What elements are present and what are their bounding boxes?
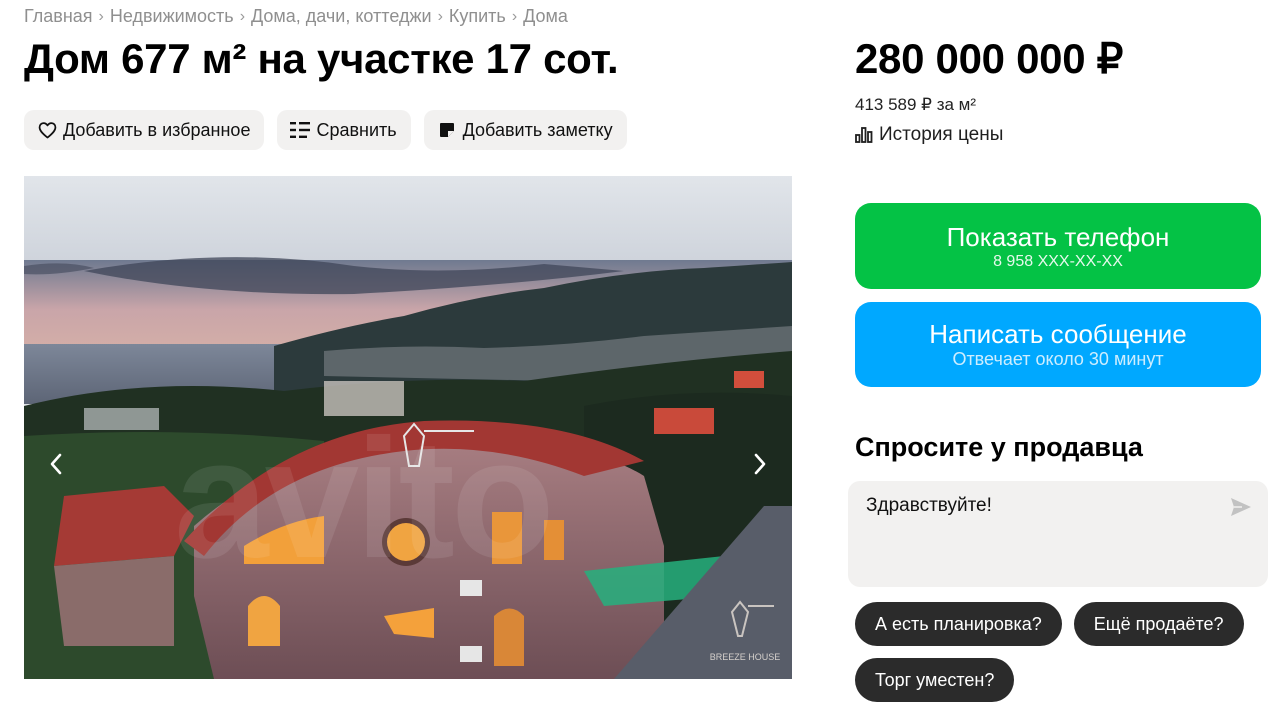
phone-masked: 8 958 XXX-XX-XX (993, 253, 1123, 270)
show-phone-button[interactable]: Показать телефон 8 958 XXX-XX-XX (855, 203, 1261, 289)
breadcrumb-real-estate[interactable]: Недвижимость (110, 6, 234, 27)
add-to-favorites-button[interactable]: Добавить в избранное (24, 110, 265, 150)
quick-questions: А есть планировка? Ещё продаёте? Торг ум… (855, 602, 1275, 702)
chevron-left-icon (50, 453, 62, 475)
add-to-favorites-label: Добавить в избранное (63, 119, 251, 140)
chevron-right-icon (754, 453, 766, 475)
gallery-next-button[interactable] (740, 444, 780, 484)
breadcrumb-home[interactable]: Главная (24, 6, 93, 27)
add-note-label: Добавить заметку (462, 119, 613, 140)
breeze-house-logo: BREEZE HOUSE (710, 600, 781, 662)
heart-icon (37, 120, 57, 140)
breeze-house-logo-text: BREEZE HOUSE (710, 652, 781, 662)
chevron-right-icon: › (239, 7, 246, 25)
photo-gallery[interactable]: avito BREEZE HOUSE (24, 176, 792, 679)
compare-button[interactable]: Сравнить (277, 110, 411, 150)
write-message-button[interactable]: Написать сообщение Отвечает около 30 мин… (855, 302, 1261, 387)
listing-actions: Добавить в избранное Сравнить Добавить з… (24, 110, 627, 150)
price-total: 280 000 000 ₽ (855, 35, 1124, 82)
breadcrumb-buy[interactable]: Купить (449, 6, 506, 27)
show-phone-label: Показать телефон (946, 222, 1170, 252)
ask-seller-title: Спросите у продавца (855, 432, 1143, 462)
gallery-prev-button[interactable] (36, 444, 76, 484)
listing-photo (24, 176, 792, 679)
compare-label: Сравнить (316, 119, 397, 140)
send-icon[interactable] (1230, 497, 1252, 523)
ask-seller-message-text: Здравствуйте! (866, 495, 992, 516)
chevron-right-icon: › (511, 7, 518, 25)
price-per-meter: 413 589 ₽ за м² (855, 95, 977, 114)
note-icon (437, 120, 457, 140)
compare-icon (290, 120, 311, 140)
write-message-label: Написать сообщение (929, 319, 1187, 349)
quick-question-chip[interactable]: Ещё продаёте? (1073, 602, 1244, 646)
quick-question-chip[interactable]: А есть планировка? (855, 602, 1062, 646)
breadcrumb-houses[interactable]: Дома (523, 6, 568, 27)
chevron-right-icon: › (98, 7, 104, 25)
response-time: Отвечает около 30 минут (952, 349, 1164, 369)
breadcrumb-houses-dachas[interactable]: Дома, дачи, коттеджи (251, 6, 432, 27)
chevron-right-icon: › (437, 7, 443, 25)
add-note-button[interactable]: Добавить заметку (423, 110, 627, 150)
ask-seller-message-input[interactable]: Здравствуйте! (848, 481, 1268, 587)
breadcrumb: Главная › Недвижимость › Дома, дачи, кот… (24, 6, 568, 27)
listing-title: Дом 677 м² на участке 17 сот. (24, 35, 619, 82)
bar-chart-icon (855, 127, 873, 143)
quick-question-chip[interactable]: Торг уместен? (855, 658, 1015, 702)
price-history-link[interactable]: История цены (855, 124, 1003, 146)
price-history-label: История цены (879, 124, 1004, 145)
